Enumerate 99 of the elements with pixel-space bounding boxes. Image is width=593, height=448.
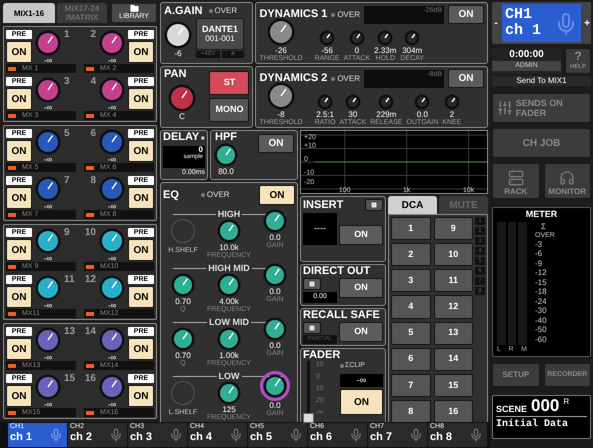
frequency-value: 4.00k (219, 297, 239, 306)
panel-title: DIRECT OUT (303, 266, 372, 277)
send-level-value: -∞ (108, 353, 116, 362)
parameter-value: 304m (402, 46, 422, 55)
over-label: OVER (214, 5, 238, 17)
frequency-value: 10.0k (219, 243, 239, 252)
send-level-value: -∞ (108, 155, 116, 164)
meter-scale-label: -50 (535, 325, 547, 334)
send-number: 1 (64, 30, 70, 40)
delay-value: 0 (198, 146, 203, 154)
send-number: 7 (64, 176, 70, 186)
panel-title: A.GAIN (164, 6, 202, 16)
send-level-value: -∞ (44, 56, 52, 65)
panel-title: FADER (303, 350, 342, 361)
send-number: 9 (64, 228, 70, 238)
parameter-value: 30 (348, 110, 358, 119)
band-name: LOW MID (209, 317, 249, 327)
send-number: 13 (64, 327, 76, 337)
panel-title: PAN (164, 69, 188, 80)
send-number: 16 (84, 374, 96, 384)
send-number: 2 (90, 30, 96, 40)
send-level-value: -∞ (108, 400, 116, 409)
send-target-label: Send To MIX1 (492, 76, 591, 86)
send-level-value: -∞ (44, 254, 52, 263)
parameter-value: 2 (450, 110, 454, 119)
parameter-value: 229m (376, 110, 396, 119)
send-level-value: -∞ (44, 155, 52, 164)
send-number: 14 (84, 327, 96, 337)
meter-scale-label: -30 (535, 306, 547, 316)
frequency-value: 1.00k (219, 351, 239, 360)
send-number: 3 (64, 77, 70, 87)
band-name: HIGH (218, 209, 240, 219)
send-level-value: -∞ (44, 353, 52, 362)
scene-flag-label: R (563, 396, 570, 408)
send-level-value: -∞ (44, 301, 52, 310)
send-number: 5 (64, 129, 70, 139)
meter-scale-label: -18 (535, 287, 547, 296)
panel-title: INSERT (303, 200, 344, 210)
band-name: HIGH MID (208, 263, 250, 273)
over-label: OVER (206, 189, 230, 201)
meter-scale-label: -40 (535, 316, 547, 325)
send-number: 12 (84, 275, 96, 285)
parameter-value: 0.0 (416, 110, 428, 119)
pan-value: C (179, 112, 185, 121)
meter-scale-label: -6 (535, 249, 542, 258)
gain-value: 0.0 (269, 287, 281, 296)
q-value: 0.70 (175, 351, 191, 360)
panel-title: DYNAMICS 1 (259, 9, 328, 20)
over-label: OVER (337, 8, 360, 20)
send-number: 11 (64, 275, 75, 285)
channel-id: CH1 (505, 7, 532, 23)
meter-scale-label: -15 (535, 278, 547, 287)
panel-title: EQ (163, 190, 179, 200)
panel-title: DYNAMICS 2 (259, 73, 328, 84)
frequency-value: 125 (222, 405, 236, 414)
over-label: OVER (337, 72, 360, 84)
meter-scale-label: Σ (541, 222, 546, 230)
meter-title: METER (524, 208, 558, 221)
q-value: 0.70 (175, 297, 191, 306)
panel-title: RECALL SAFE (303, 310, 381, 321)
parameter-value: -8 (278, 110, 285, 119)
gain-value: 0.0 (269, 233, 281, 242)
scene-number: 000 (531, 396, 560, 416)
channel-name: ch 1 (505, 23, 542, 39)
time-display: 0:00:00 (509, 48, 544, 61)
meter-scale-label: -3 (535, 240, 542, 249)
send-level-value: -∞ (108, 202, 116, 211)
parameter-value: -56 (321, 46, 333, 55)
send-number: 6 (90, 129, 96, 139)
gain-value: 0.0 (269, 341, 281, 350)
send-level-value: -∞ (44, 103, 52, 112)
send-number: 8 (90, 176, 96, 186)
send-level-value: -∞ (44, 400, 52, 409)
scene-name: Initial Data (496, 418, 570, 432)
gain-value: -6 (174, 49, 182, 58)
insert-value: ---- (314, 222, 326, 236)
parameter-value: 2.33m (374, 46, 396, 55)
meter-scale-label: -24 (535, 296, 547, 306)
send-level-value: -∞ (108, 56, 116, 65)
meter-scale-label: -60 (535, 334, 547, 344)
meter-scale-label: -12 (535, 268, 547, 278)
parameter-value: -26 (275, 46, 287, 55)
parameter-value: 2.5:1 (316, 110, 334, 119)
send-number: 4 (90, 77, 96, 87)
send-number: 15 (64, 374, 76, 384)
send-level-value: -∞ (108, 103, 116, 112)
meter-scale-label: -9 (535, 258, 542, 268)
send-level-value: -∞ (108, 301, 116, 310)
fader-value: -∞ (340, 374, 383, 387)
scene-label: SCENE (496, 402, 528, 416)
parameter-value: 0 (354, 46, 360, 55)
send-level-value: -∞ (44, 202, 52, 211)
gain-value: 0.0 (269, 401, 281, 410)
panel-title: DELAY (163, 132, 200, 143)
panel-title: HPF (215, 132, 237, 143)
send-level-value: -∞ (108, 254, 116, 263)
send-number: 10 (84, 228, 96, 238)
hpf-value: 80.0 (218, 167, 234, 176)
band-name: LOW (218, 371, 240, 381)
